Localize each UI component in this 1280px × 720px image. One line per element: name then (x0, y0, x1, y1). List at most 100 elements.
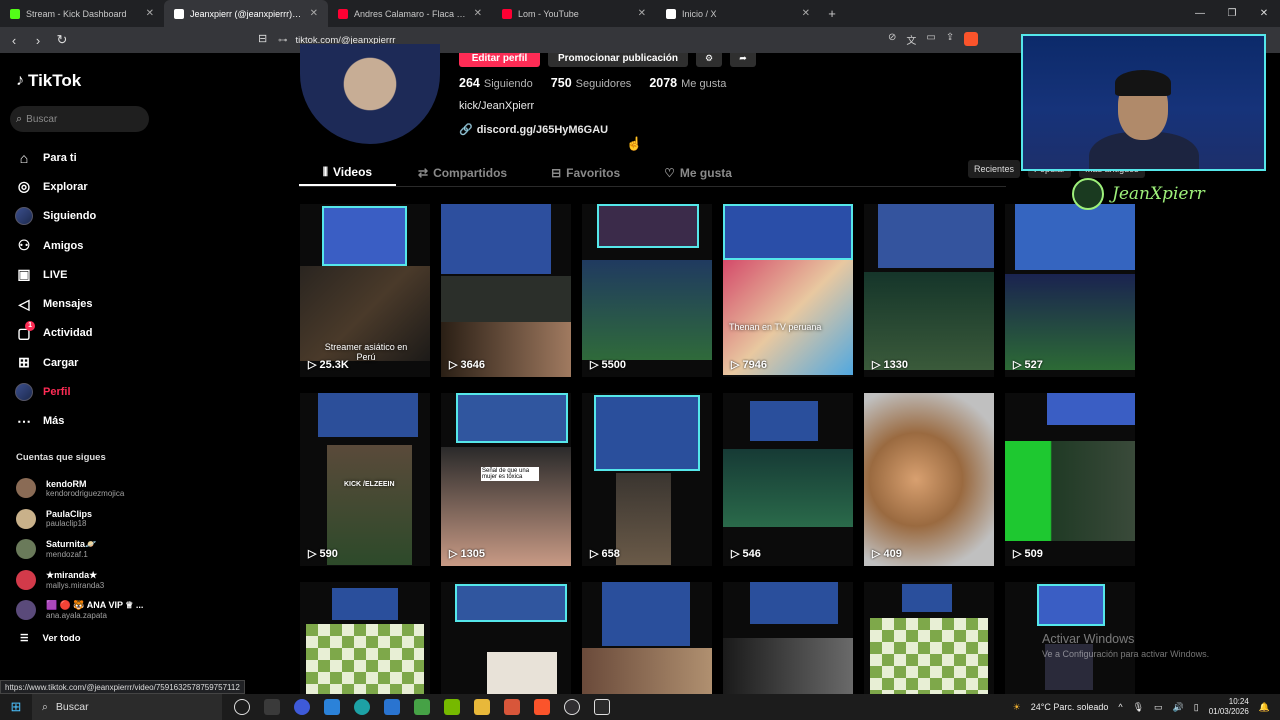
following-account[interactable]: PaulaClips paulaclip18 (16, 504, 143, 535)
nav-item-perfil[interactable]: Perfil (14, 377, 96, 406)
store-icon[interactable] (324, 699, 340, 715)
nav-item-siguiendo[interactable]: Siguiendo (14, 202, 96, 231)
mail-icon[interactable] (384, 699, 400, 715)
nav-item-live[interactable]: ▣ LIVE (14, 260, 96, 289)
battery-icon[interactable]: ▯ (1194, 702, 1199, 713)
copilot-icon[interactable] (294, 699, 310, 715)
video-thumbnail[interactable]: Thenan en TV peruana ▷ 7946 (723, 204, 853, 377)
video-thumbnail[interactable]: ▷ 5500 (582, 204, 712, 377)
following-account[interactable]: 🟪 🔴 🐯 ANA VIP ♕ ... ana.ayala.zapata (16, 595, 143, 626)
browser-tab[interactable]: Lom - YouTube ✕ (492, 0, 656, 27)
widgets-icon[interactable] (264, 699, 280, 715)
tab-me-gusta[interactable]: ♡ Me gusta (642, 160, 754, 186)
following-account[interactable]: kendoRM kendorodriguezmojica (16, 473, 143, 504)
share-profile-icon[interactable]: ➦ (730, 53, 756, 67)
close-window-icon[interactable]: ✕ (1248, 0, 1280, 27)
chevron-up-icon[interactable]: ^ (1118, 702, 1122, 712)
nav-item-mas[interactable]: ⋯ Más (14, 407, 96, 436)
folder-icon[interactable] (474, 699, 490, 715)
windows-start-icon[interactable]: ⊞ (0, 699, 32, 715)
nav-item-cargar[interactable]: ⊞ Cargar (14, 348, 96, 377)
nvidia-icon[interactable] (444, 699, 460, 715)
following-account[interactable]: Saturnita🪐 mendozaf.1 (16, 534, 143, 565)
close-tab-icon[interactable]: ✕ (802, 8, 810, 19)
search-input[interactable]: ⌕ Buscar (10, 106, 149, 132)
xbox-icon[interactable] (414, 699, 430, 715)
play-icon: ▷ (449, 359, 458, 371)
promote-post-button[interactable]: Promocionar publicación (548, 53, 688, 67)
network-icon[interactable]: ▭ (1154, 702, 1163, 713)
stat-followers[interactable]: 750 Seguidores (551, 76, 632, 90)
task-view-icon[interactable] (234, 699, 250, 715)
video-thumbnail[interactable]: ▷ 3646 (441, 204, 571, 377)
tab-favoritos[interactable]: ⊟ Favoritos (529, 160, 642, 186)
restore-icon[interactable]: ❐ (1216, 0, 1248, 27)
forward-icon[interactable]: › (28, 33, 48, 48)
following-account[interactable]: ★miranda★ mallys.miranda3 (16, 565, 143, 596)
video-thumbnail[interactable] (582, 582, 712, 694)
nav-item-actividad[interactable]: ▢ 1 Actividad (14, 319, 96, 348)
close-tab-icon[interactable]: ✕ (474, 8, 482, 19)
stat-following[interactable]: 264 Siguiendo (459, 76, 533, 90)
minimize-icon[interactable]: — (1184, 0, 1216, 27)
video-thumbnail[interactable] (723, 582, 853, 694)
translate-icon[interactable]: 文 (906, 32, 916, 47)
tab-videos[interactable]: ⫴ Videos (299, 160, 396, 186)
share-icon[interactable]: ⇪ (946, 32, 954, 47)
notifications-icon[interactable]: 🔔 (1259, 702, 1270, 713)
video-thumbnail[interactable] (864, 582, 994, 694)
browser-tab[interactable]: Stream - Kick Dashboard ✕ (0, 0, 164, 27)
back-icon[interactable]: ‹ (4, 33, 24, 48)
video-thumbnail[interactable]: ▷ 409 (864, 393, 994, 566)
stat-likes: 2078 Me gusta (649, 76, 727, 90)
nav-item-amigos[interactable]: ⚇ Amigos (14, 231, 96, 260)
sort-recientes[interactable]: Recientes (968, 160, 1021, 178)
video-thumbnail[interactable]: Señal de que una mujer es tóxica ▷ 1305 (441, 393, 571, 566)
clock[interactable]: 10:24 01/03/2026 (1209, 697, 1249, 717)
video-thumbnail[interactable]: ▷ 658 (582, 393, 712, 566)
nav-item-para-ti[interactable]: ⌂ Para ti (14, 143, 96, 172)
see-all-link[interactable]: ☰ Ver todo (20, 633, 81, 644)
browser-tab[interactable]: Andres Calamaro - Flaca (Video clip)✕ (328, 0, 492, 27)
app-icon[interactable] (504, 699, 520, 715)
brave-shield-icon[interactable] (964, 32, 979, 46)
edge-icon[interactable] (354, 699, 370, 715)
video-thumbnail[interactable] (300, 582, 430, 694)
video-thumbnail[interactable]: ▷ 546 (723, 393, 853, 566)
browser-tab[interactable]: Inicio / X ✕ (656, 0, 820, 27)
profile-bio: kick/JeanXpierr (459, 100, 535, 112)
volume-icon[interactable]: 🔊 (1173, 702, 1184, 713)
new-tab-icon[interactable]: + (820, 0, 844, 27)
profile-link[interactable]: 🔗 discord.gg/J65HyM6GAU (459, 123, 608, 137)
close-tab-icon[interactable]: ✕ (310, 8, 318, 19)
weather-icon[interactable]: ☀ (1013, 702, 1021, 713)
epic-games-icon[interactable] (594, 699, 610, 715)
edit-profile-button[interactable]: Editar perfil (459, 53, 540, 67)
play-icon: ▷ (731, 359, 740, 371)
nav-item-explorar[interactable]: ◎ Explorar (14, 172, 96, 201)
tab-compartidos[interactable]: ⇄ Compartidos (396, 160, 529, 186)
translate-off-icon[interactable]: ⊘ (888, 32, 896, 47)
video-thumbnail[interactable]: ▷ 527 (1005, 204, 1135, 377)
tiktok-logo[interactable]: ♪ TikTok (16, 71, 81, 91)
mic-icon[interactable]: 🎙 (1133, 702, 1144, 713)
taskbar-search[interactable]: ⌕ Buscar (32, 694, 222, 720)
following-list: kendoRM kendorodriguezmojica PaulaClips pa… (16, 473, 143, 626)
video-thumbnail[interactable]: Streamer asiático en Perú ▷ 25.3K (300, 204, 430, 377)
webcam-overlay (1021, 34, 1266, 171)
video-thumbnail[interactable]: ▷ 1330 (864, 204, 994, 377)
site-info-icon[interactable]: ⊶ (278, 35, 288, 46)
settings-icon[interactable]: ⚙ (696, 53, 722, 67)
video-thumbnail[interactable] (441, 582, 571, 694)
reader-icon[interactable]: ▭ (926, 32, 935, 47)
close-tab-icon[interactable]: ✕ (638, 8, 646, 19)
reload-icon[interactable]: ↻ (52, 32, 72, 48)
browser-tab-active[interactable]: Jeanxpierr (@jeanxpierrr) | TikTok✕ (164, 0, 328, 27)
brave-icon[interactable] (534, 699, 550, 715)
close-tab-icon[interactable]: ✕ (146, 8, 154, 19)
nav-item-mensajes[interactable]: ◁ Mensajes (14, 289, 96, 318)
obs-icon[interactable] (564, 699, 580, 715)
video-thumbnail[interactable]: ▷ 509 (1005, 393, 1135, 566)
video-thumbnail[interactable]: KICK /ELZEEIN ▷ 590 (300, 393, 430, 566)
bookmark-icon[interactable]: ⊟ (258, 32, 267, 45)
